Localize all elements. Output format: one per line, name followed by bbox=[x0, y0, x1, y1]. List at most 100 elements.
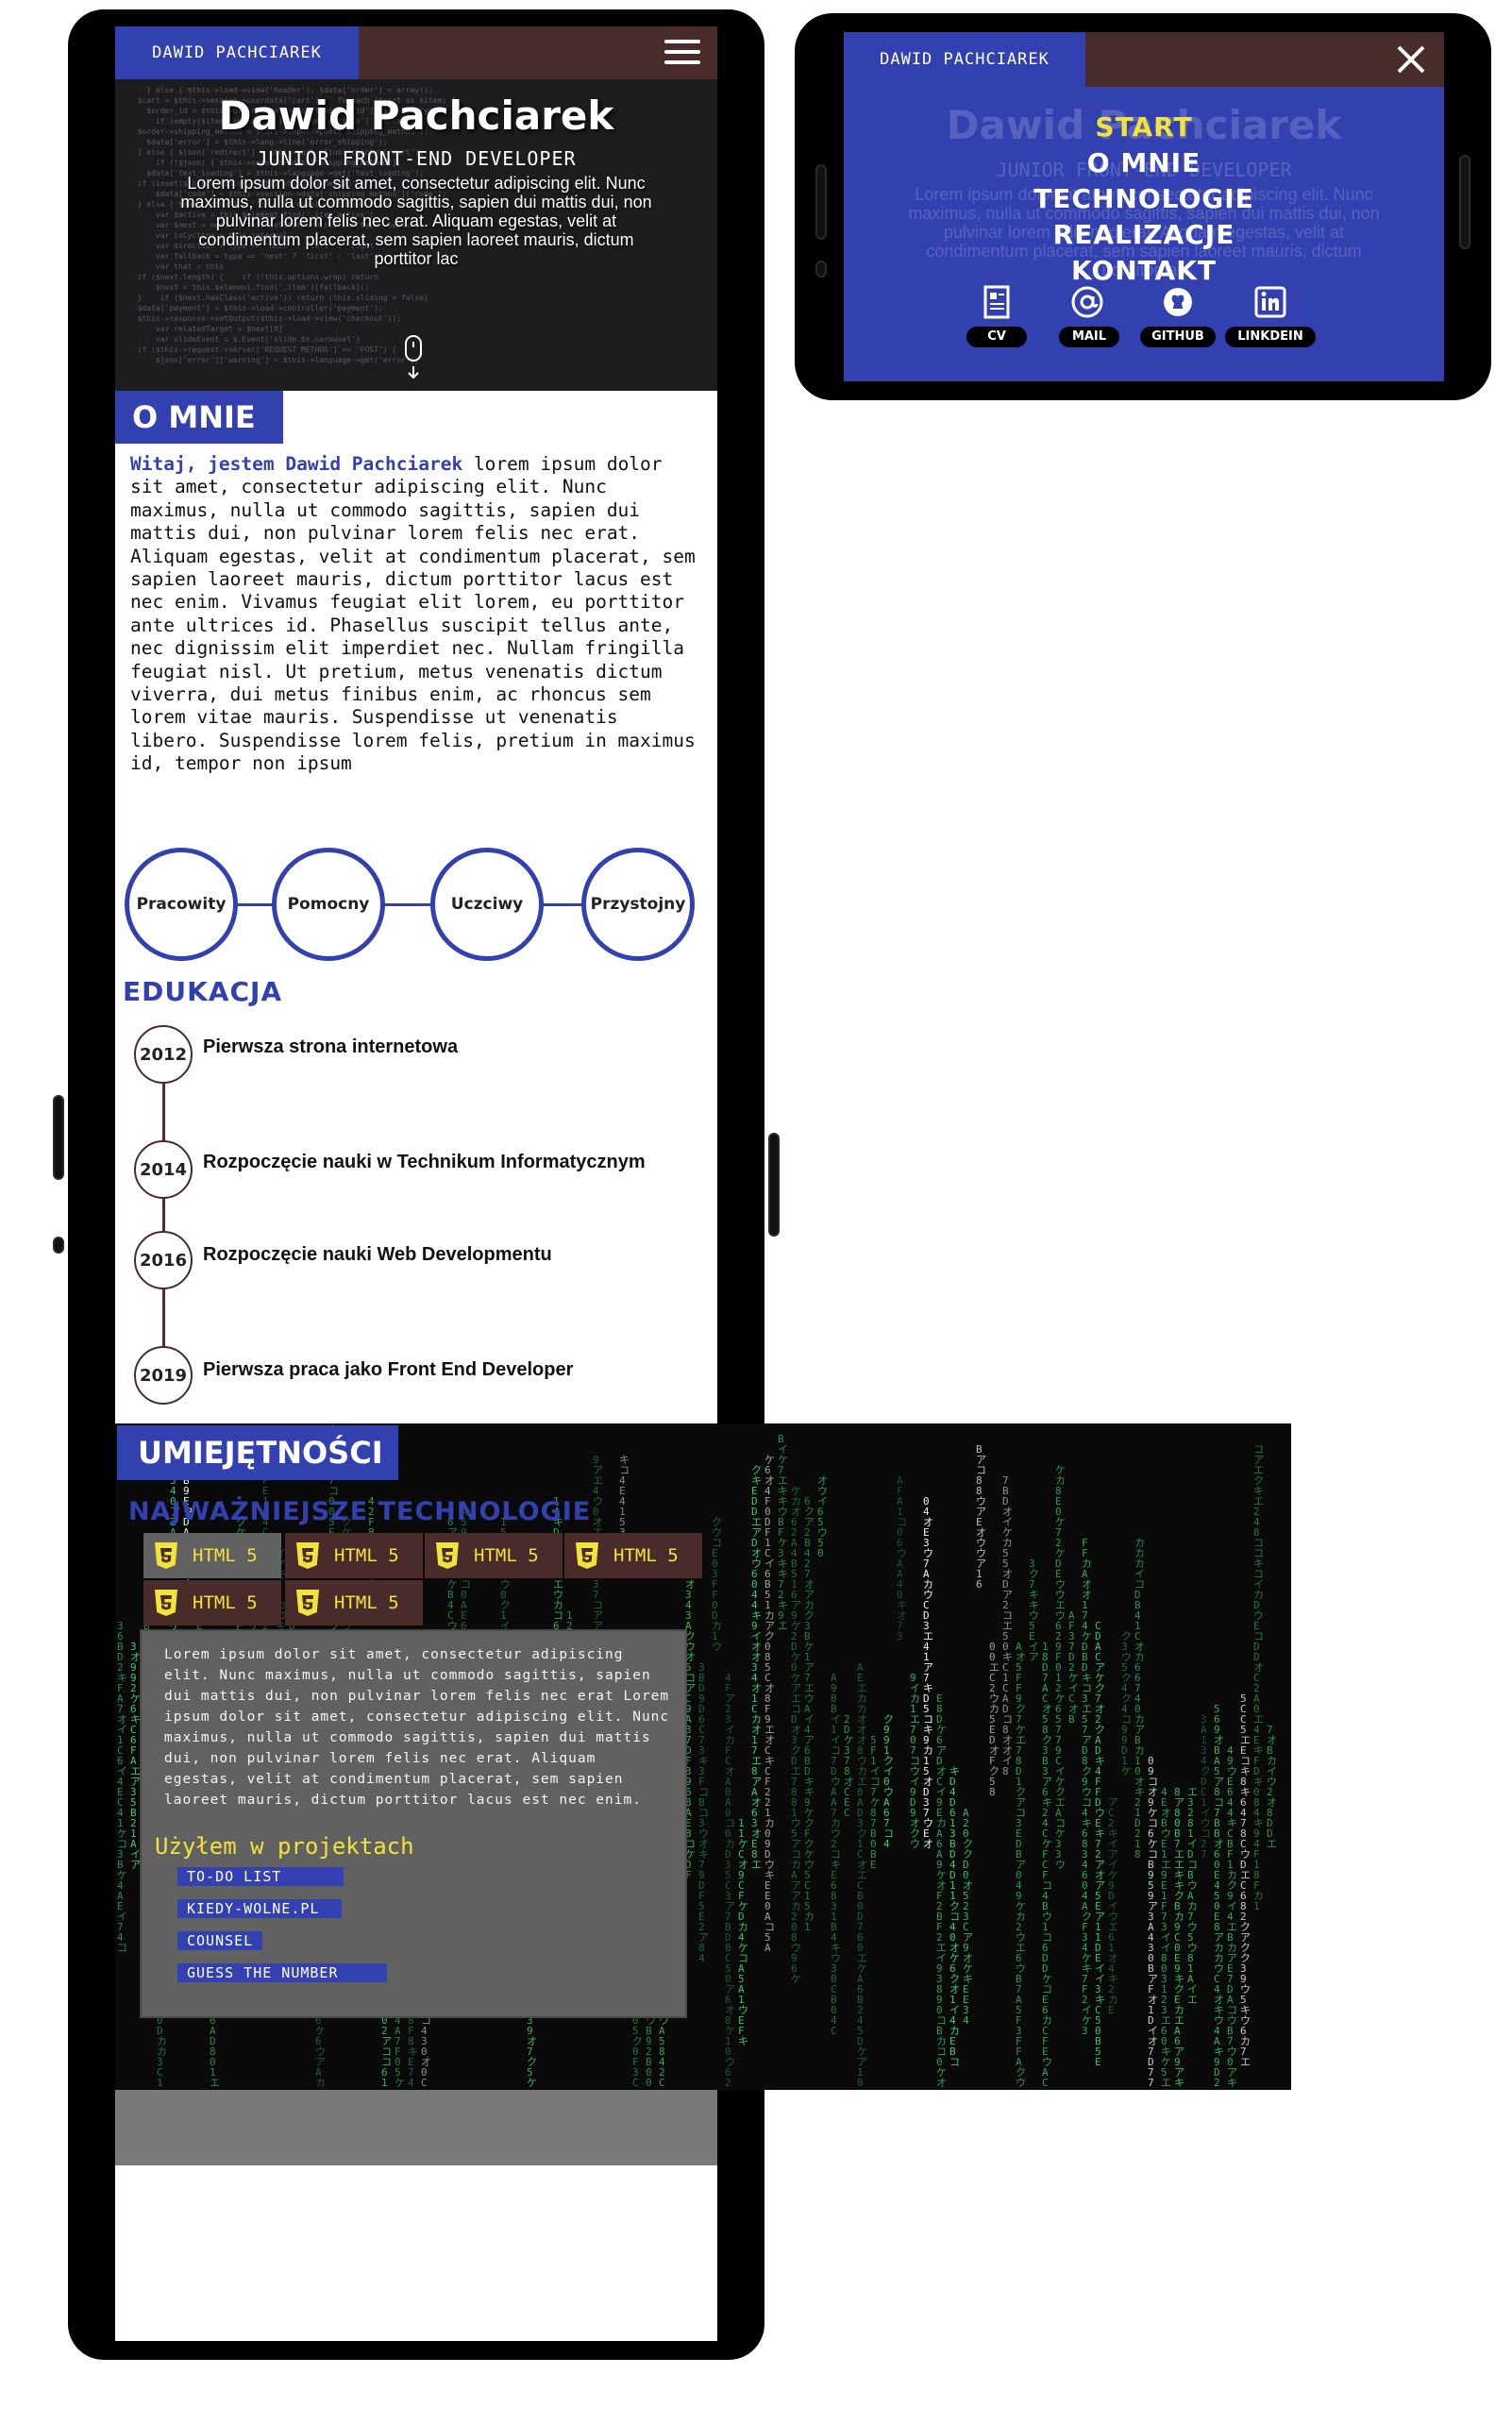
skill-description: Lorem ipsum dolor sit amet, consectetur … bbox=[164, 1647, 670, 1808]
skills-heading: UMIEJĘTNOŚCI bbox=[117, 1425, 398, 1480]
brand-logo[interactable]: DAWID PACHCIAREK bbox=[115, 26, 359, 79]
matrix-column: B イ ケ 7 エ キ キ ウ B F ケ 3 キ キ 7 2 キ 9 エ bbox=[778, 1433, 788, 1632]
social-github[interactable]: GITHUB bbox=[1133, 285, 1223, 361]
matrix-column: 0 9 コ オ 9 ケ コ 6 ケ コ B 9 5 9 ア 3 A 4 3 0 … bbox=[1148, 1755, 1158, 2089]
html5-icon bbox=[296, 1590, 319, 1616]
matrix-column: B ア コ 8 8 ウ ア E オ ウ ウ ア 1 6 bbox=[976, 1443, 986, 1591]
matrix-column: エ 3 2 8 1 イ D コ B ウ A カ 7 ウ 5 ウ 8 1 A イ … bbox=[1187, 1786, 1198, 2006]
matrix-column: オ ウ イ 6 5 ウ 5 0 bbox=[817, 1474, 828, 1559]
timeline-text: Pierwsza praca jako Front End Developer bbox=[203, 1359, 574, 1380]
project-link[interactable]: COUNSEL bbox=[177, 1931, 262, 1950]
social-cv[interactable]: CV bbox=[951, 285, 1042, 361]
mail-icon bbox=[1071, 286, 1103, 318]
about-greeting: Witaj, jestem Dawid Pachciarek bbox=[130, 453, 463, 475]
matrix-column: 4 F ア 2 3 イ カ F C オ A B A 0 コ 0 カ D 3 5 … bbox=[725, 1672, 735, 2089]
timeline-text: Pierwsza strona internetowa bbox=[203, 1036, 459, 1057]
side-button bbox=[815, 261, 827, 278]
tech-badge-label: HTML 5 bbox=[193, 1592, 258, 1613]
social-mail[interactable]: MAIL bbox=[1042, 285, 1133, 361]
matrix-column: 5 C C 5 エ E コ キ 8 キ 6 4 7 8 C ウ D エ C 6 … bbox=[1240, 1692, 1251, 2068]
side-button bbox=[1459, 155, 1470, 249]
matrix-column: E 8 D ケ 6 ア D オ C イ 9 E カ A 6 A 9 ケ オ F … bbox=[936, 1692, 947, 2089]
linkedin-icon bbox=[1254, 286, 1286, 318]
about-body: lorem ipsum dolor sit amet, consectetur … bbox=[130, 453, 696, 775]
menu-item-contact[interactable]: KONTAKT bbox=[844, 255, 1444, 286]
matrix-column: 0 4 オ E 3 ウ 7 A カ ウ C D 3 エ 4 1 ア 7 キ D … bbox=[923, 1495, 933, 1850]
navbar: DAWID PACHCIAREK bbox=[115, 26, 717, 79]
matrix-column: ア C 2 キ イ ア イ ケ 9 D イ ウ エ 6 1 オ 4 キ 2 カ … bbox=[1108, 1796, 1118, 2016]
matrix-column: ク キ E D D エ ア D オ ウ 6 0 4 4 キ 9 イ オ オ 3 … bbox=[751, 1464, 762, 1871]
matrix-column: F F カ A オ オ 1 7 4 ケ D B D キ コ 3 エ 5 7 ア … bbox=[1082, 1537, 1092, 2037]
social-label: CV bbox=[966, 327, 1027, 347]
timeline-text: Rozpoczęcie nauki w Technikum Informatyc… bbox=[203, 1152, 646, 1172]
menu-item-projects[interactable]: REALIZACJE bbox=[844, 219, 1444, 250]
mobile-menu-screen: Dawid Pachciarek JUNIOR FRONT-END DEVELO… bbox=[844, 32, 1444, 381]
matrix-column: C D A C ア ケ ク 7 オ 2 ク A D キ 4 F F D ウ E … bbox=[1095, 1620, 1105, 2068]
matrix-column: 1 8 D 7 A C オ 5 8 ク 3 B 3 ア 6 キ 2 4 C ケ … bbox=[1042, 1641, 1052, 2089]
matrix-column: ケ カ 8 E 0 ケ 7 2 ケ D E ウ ウ エ ウ 6 2 9 F 0 … bbox=[1055, 1464, 1066, 1871]
tech-badge-label: HTML 5 bbox=[334, 1592, 399, 1613]
skills-section: 3 6 B D 2 キ F A 7 オ イ 1 C 6 イ 4 E C 4 1 … bbox=[115, 1423, 1291, 2090]
social-linkedin[interactable]: LINKDEIN bbox=[1225, 285, 1316, 361]
menu-item-about[interactable]: O MNIE bbox=[844, 147, 1444, 178]
matrix-column: A F 3 7 D 2 ケ イ C オ B bbox=[1068, 1609, 1079, 1726]
matrix-column: 0 0 エ C 2 ウ カ 5 E D オ F ク 5 8 bbox=[989, 1641, 1000, 1798]
matrix-column: A 2 0 ク ク D 0 オ 5 2 3 C ア 9 オ ケ キ E E 3 … bbox=[963, 1807, 973, 2027]
top-technologies-heading: NAJWAŻNIEJSZE TECHNOLOGIE bbox=[128, 1497, 592, 1526]
matrix-column: ク 3 ウ 5 ク 4 ク 4 コ 9 9 D 1 ケ bbox=[1121, 1630, 1132, 1777]
matrix-column: E オ 3 4 3 A ク ウ オ 5 コ ア C 9 A 3 7 D F 3 … bbox=[685, 1569, 696, 1881]
matrix-column: ク ウ コ E 0 3 F F 0 D カ 1 ウ bbox=[712, 1516, 722, 1653]
cv-icon bbox=[983, 285, 1010, 319]
tech-badge[interactable]: HTML 5 bbox=[285, 1533, 423, 1578]
tech-badge[interactable]: HTML 5 bbox=[564, 1533, 702, 1578]
project-link[interactable]: KIEDY-WOLNE.PL bbox=[177, 1899, 342, 1918]
trait-circle: Uczciwy bbox=[430, 848, 544, 961]
matrix-column: ケ 6 オ 4 F 0 D F 1 C イ 6 B 5 1 カ ア ク 0 8 … bbox=[764, 1454, 775, 1954]
matrix-column: A オ 5 F F 9 ク 7 ケ エ 7 8 D 1 ク ア コ 3 E D … bbox=[1016, 1641, 1026, 2089]
html5-icon bbox=[576, 1542, 598, 1569]
tech-badge-label: HTML 5 bbox=[334, 1545, 399, 1566]
side-button bbox=[768, 1133, 780, 1237]
phone-frame-small: Dawid Pachciarek JUNIOR FRONT-END DEVELO… bbox=[795, 13, 1491, 400]
matrix-column: 5 6 9 オ B A 5 ア 8 コ 7 B B オ 6 0 E 4 5 0 … bbox=[1214, 1703, 1224, 2089]
project-link[interactable]: TO-DO LIST bbox=[177, 1867, 344, 1886]
tech-badge-label: HTML 5 bbox=[474, 1545, 539, 1566]
menu-item-technologies[interactable]: TECHNOLOGIE bbox=[844, 183, 1444, 214]
timeline-text: Rozpoczęcie nauki Web Developmentu bbox=[203, 1244, 552, 1265]
github-icon bbox=[1164, 288, 1192, 316]
about-text: Witaj, jestem Dawid Pachciarek lorem ips… bbox=[130, 453, 697, 776]
hamburger-menu-icon[interactable] bbox=[664, 40, 700, 64]
about-heading: O MNIE bbox=[115, 391, 283, 444]
timeline-year: 2019 bbox=[134, 1346, 193, 1405]
matrix-column: A 9 8 B イ 1 イ コ 7 D ウ A A 7 カ ウ 2 コ キ E … bbox=[831, 1672, 841, 2037]
close-icon[interactable] bbox=[1395, 43, 1427, 76]
html5-icon bbox=[296, 1542, 319, 1569]
social-label: GITHUB bbox=[1140, 327, 1216, 347]
tech-badge-label: HTML 5 bbox=[613, 1545, 679, 1566]
trait-circle: Pracowity bbox=[125, 848, 238, 961]
matrix-column: ケ カ オ 6 2 A 4 B 5 1 6 ア 9 ケ 2 D ケ 0 ケ ア … bbox=[791, 1485, 801, 1985]
trait-circle: Przystojny bbox=[581, 848, 695, 961]
hero-subtitle: JUNIOR FRONT-END DEVELOPER bbox=[256, 147, 577, 170]
brand-logo[interactable]: DAWID PACHCIAREK bbox=[844, 32, 1085, 87]
hero-section: } else { $this->load->view('header'); $d… bbox=[115, 79, 717, 391]
tech-badge-label: HTML 5 bbox=[193, 1545, 258, 1566]
matrix-column: 4 E オ B ウ E 1 エ 9 E 1 F 7 3 イ イ 8 0 3 1 … bbox=[1161, 1786, 1171, 2089]
project-link[interactable]: GUESS THE NUMBER bbox=[177, 1963, 387, 1982]
tech-badge[interactable]: HTML 5 bbox=[285, 1580, 423, 1625]
used-in-projects-heading: Użyłem w projektach bbox=[155, 1833, 414, 1860]
tech-badge[interactable]: HTML 5 bbox=[143, 1580, 281, 1625]
scroll-down-icon[interactable] bbox=[403, 334, 424, 381]
matrix-column: 2 D ケ 3 7 8 オ C E C bbox=[844, 1713, 854, 1819]
hero-description: Lorem ipsum dolor sit amet, consectetur … bbox=[180, 174, 652, 268]
tech-badge[interactable]: HTML 5 bbox=[425, 1533, 563, 1578]
matrix-column: 7 オ B カ イ ウ 2 オ 8 D D エ bbox=[1267, 1724, 1277, 1850]
menu-item-start[interactable]: START bbox=[844, 111, 1444, 143]
matrix-column: カ カ カ イ コ D B 4 1 C オ カ 6 6 7 4 0 カ ア B … bbox=[1134, 1537, 1145, 1861]
matrix-column: 5 F 1 イ コ 7 ケ 8 7 B 0 B E bbox=[870, 1734, 881, 1871]
matrix-column: 3 A 1 3 4 ク D C 1 イ ウ コ 2 7 bbox=[1201, 1713, 1211, 1861]
tech-badge[interactable]: HTML 5 bbox=[143, 1533, 281, 1578]
html5-icon bbox=[155, 1590, 177, 1616]
matrix-column: 3 B D 9 D 6 C 7 3 キ 3 F コ B コ 3 ウ オ キ 7 … bbox=[698, 1661, 709, 1964]
social-label: MAIL bbox=[1059, 327, 1119, 347]
